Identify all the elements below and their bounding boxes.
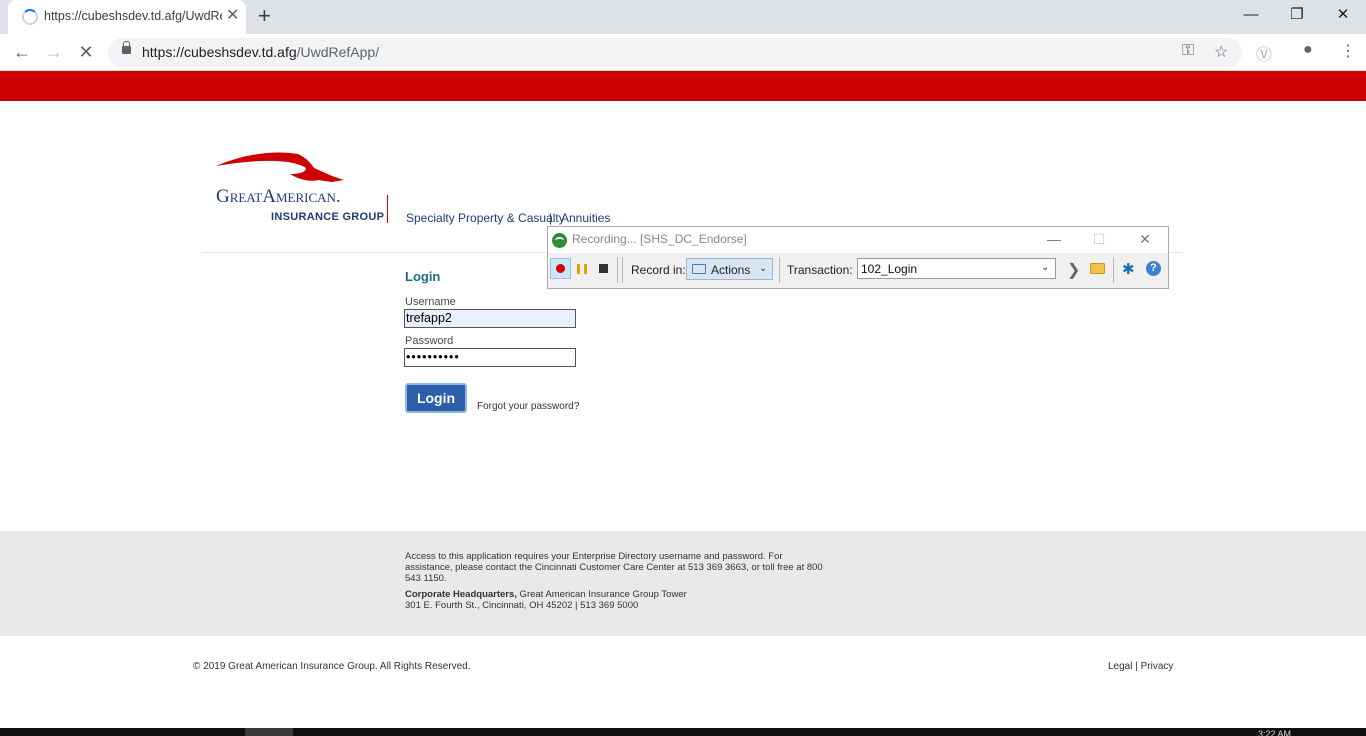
url-path: /UwdRefApp/	[296, 44, 380, 60]
logo-divider	[387, 195, 388, 223]
record-icon[interactable]	[550, 258, 571, 279]
forgot-password-link[interactable]: Forgot your password?	[477, 401, 579, 412]
transaction-value: 102_Login	[861, 262, 918, 276]
toolbar-separator	[617, 257, 618, 283]
recorder-title: Recording... [SHS_DC_Endorse]	[572, 232, 747, 246]
hq-label: Corporate Headquarters,	[405, 589, 517, 600]
lock-icon[interactable]	[122, 41, 131, 54]
logo-text: GreatAmerican.	[216, 186, 341, 207]
headquarters-line: Corporate Headquarters, Great American I…	[405, 589, 687, 600]
login-button[interactable]: Login	[405, 383, 467, 413]
url-host: https://cubeshsdev.td.afg	[142, 44, 297, 60]
arrow-right-icon[interactable]: ❯	[1067, 260, 1080, 280]
chevron-down-icon: ⌄	[1041, 262, 1050, 273]
url-text[interactable]: https://cubeshsdev.td.afg/UwdRefApp/	[142, 44, 379, 60]
tab-close-icon[interactable]: ✕	[226, 7, 239, 25]
link-specialty-property[interactable]: Specialty Property & Casualty	[406, 211, 565, 225]
browser-tab-bar: https://cubeshsdev.td.afg/UwdRe ✕ + — ❐ …	[0, 0, 1366, 34]
key-icon[interactable]: ⚿	[1182, 42, 1194, 60]
username-label: Username	[405, 296, 456, 308]
sync-icon[interactable]: ✱	[1122, 260, 1135, 278]
window-minimize-button[interactable]: —	[1228, 0, 1274, 30]
copyright-text: © 2019 Great American Insurance Group. A…	[193, 661, 471, 672]
browser-toolbar: ← → ✕ https://cubeshsdev.td.afg/UwdRefAp…	[0, 34, 1366, 71]
recorder-toolbar: Record in: Actions ⌄ Transaction: 102_Lo…	[548, 254, 1168, 288]
back-icon[interactable]: ←	[10, 40, 34, 64]
browser-tab[interactable]: https://cubeshsdev.td.afg/UwdRe ✕	[8, 0, 246, 34]
recorder-maximize-button[interactable]: ☐	[1084, 231, 1114, 248]
toolbar-separator	[1113, 257, 1114, 283]
stop-record-icon[interactable]	[599, 264, 608, 273]
recorder-logo-icon	[552, 233, 567, 248]
taskbar-clock: 3:22 AM	[1258, 730, 1292, 736]
pause-icon[interactable]	[577, 264, 587, 274]
legal-privacy-links[interactable]: Legal | Privacy	[1108, 661, 1173, 672]
new-tab-button[interactable]: +	[258, 4, 271, 28]
address-bar[interactable]: https://cubeshsdev.td.afg/UwdRefApp/ ⚿ ☆	[108, 38, 1242, 67]
open-folder-icon[interactable]	[1090, 263, 1105, 274]
stop-icon[interactable]: ✕	[74, 40, 98, 64]
header-separator: |	[549, 211, 553, 225]
os-taskbar: 3:22 AM	[0, 728, 1366, 736]
folder-icon	[692, 264, 706, 274]
record-in-label: Record in:	[631, 263, 686, 277]
window-close-button[interactable]: ✕	[1320, 0, 1366, 30]
recorder-close-button[interactable]: ✕	[1130, 231, 1160, 248]
recorder-window: Recording... [SHS_DC_Endorse] — ☐ ✕ Reco…	[547, 226, 1169, 289]
top-red-banner	[0, 71, 1366, 101]
transaction-dropdown[interactable]: 102_Login ⌄	[857, 258, 1056, 279]
link-annuities[interactable]: Annuities	[561, 211, 610, 225]
forward-icon[interactable]: →	[42, 40, 66, 64]
menu-icon[interactable]: ⋮	[1340, 41, 1356, 61]
window-restore-button[interactable]: ❐	[1274, 0, 1320, 30]
toolbar-separator	[622, 257, 623, 283]
access-notice: Access to this application requires your…	[405, 551, 823, 584]
username-input[interactable]: trefapp2	[404, 309, 576, 328]
transaction-label: Transaction:	[787, 263, 853, 277]
address-line: 301 E. Fourth St., Cincinnati, OH 45202 …	[405, 600, 639, 611]
profile-icon[interactable]: ●	[1303, 41, 1313, 59]
recorder-minimize-button[interactable]: —	[1039, 231, 1069, 247]
tab-title: https://cubeshsdev.td.afg/UwdRe	[44, 9, 222, 23]
loading-spinner-icon	[22, 9, 38, 25]
star-icon[interactable]: ☆	[1214, 42, 1228, 62]
login-heading: Login	[405, 269, 441, 284]
logo-subtext: INSURANCE GROUP	[271, 211, 385, 223]
hq-text: Great American Insurance Group Tower	[516, 589, 687, 600]
extension-icon[interactable]: Ⓥ	[1256, 41, 1272, 65]
password-input[interactable]: ••••••••••	[404, 348, 576, 367]
password-label: Password	[405, 335, 454, 347]
toolbar-separator	[779, 257, 780, 283]
record-in-dropdown[interactable]: Actions ⌄	[686, 258, 773, 280]
help-icon[interactable]: ?	[1146, 261, 1161, 276]
taskbar-active-item[interactable]	[245, 728, 293, 736]
chevron-down-icon: ⌄	[759, 263, 768, 274]
recorder-titlebar[interactable]: Recording... [SHS_DC_Endorse] — ☐ ✕	[548, 227, 1168, 253]
record-in-value: Actions	[711, 263, 751, 277]
